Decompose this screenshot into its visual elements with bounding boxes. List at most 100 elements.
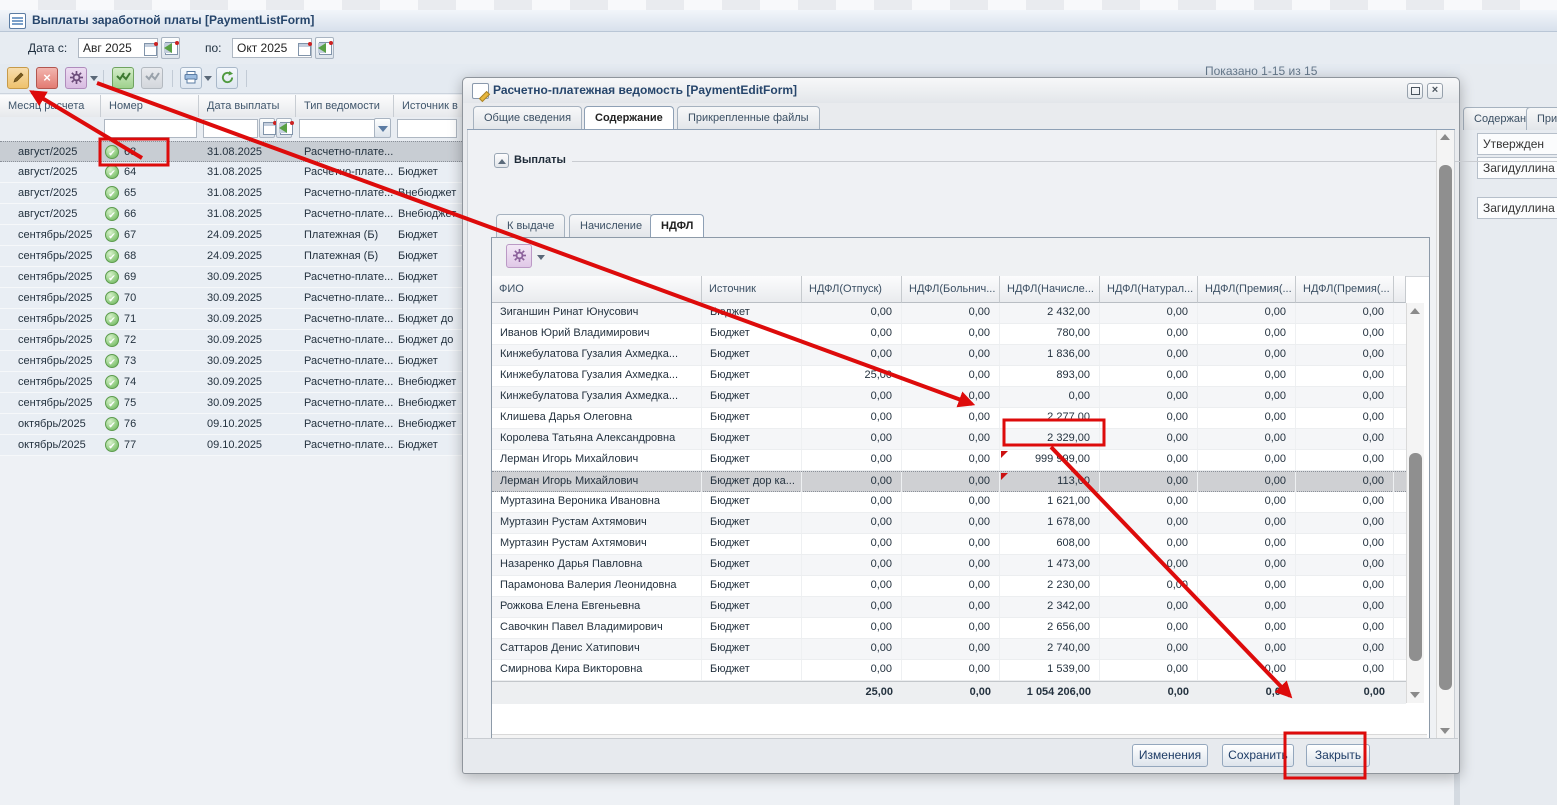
- value-cell: 0,00: [802, 429, 902, 449]
- summary-cell: [492, 682, 702, 702]
- save-button[interactable]: Сохранить: [1222, 744, 1294, 767]
- cell: 09.10.2025: [199, 435, 296, 455]
- gear-caret-icon[interactable]: [537, 255, 545, 260]
- actions-caret-icon[interactable]: [90, 76, 98, 81]
- ndfl-row[interactable]: Муртазин Рустам АхтямовичБюджет0,000,001…: [492, 513, 1406, 534]
- changes-button[interactable]: Изменения: [1132, 744, 1208, 767]
- filter-date-input[interactable]: [203, 119, 258, 138]
- close-dialog-button[interactable]: Закрыть: [1306, 744, 1370, 767]
- east-tab-attachments[interactable]: При: [1526, 107, 1557, 130]
- inner-tab-payout[interactable]: К выдаче: [496, 214, 565, 237]
- inner-tab-accrual[interactable]: Начисление: [569, 214, 653, 237]
- column-header-filler: [1394, 276, 1406, 303]
- dialog-tab-general[interactable]: Общие сведения: [473, 106, 582, 129]
- ndfl-row[interactable]: Зиганшин Ринат ЮнусовичБюджет0,000,002 4…: [492, 303, 1406, 324]
- close-button[interactable]: ×: [1427, 83, 1443, 99]
- date-from-calendar-trigger[interactable]: [141, 38, 158, 58]
- cell: август/2025: [0, 142, 101, 162]
- source-cell: Бюджет: [702, 429, 802, 449]
- ndfl-gear-button[interactable]: [506, 244, 532, 268]
- value-cell: 1 678,00: [1000, 513, 1100, 533]
- column-header[interactable]: Номер: [101, 95, 199, 117]
- filter-date-go-button[interactable]: [276, 118, 292, 138]
- value-cell: 0,00: [1296, 408, 1394, 428]
- delete-button[interactable]: ×: [36, 67, 58, 89]
- status-ok-icon: ✔: [105, 354, 119, 368]
- column-header[interactable]: Источник: [702, 276, 802, 303]
- filter-source-input[interactable]: [397, 119, 457, 138]
- ndfl-row[interactable]: Муртазин Рустам АхтямовичБюджет0,000,006…: [492, 534, 1406, 555]
- ndfl-row[interactable]: Муртазина Вероника ИвановнаБюджет0,000,0…: [492, 492, 1406, 513]
- ndfl-row[interactable]: Кинжебулатова Гузалия Ахмедка...Бюджет0,…: [492, 345, 1406, 366]
- column-header[interactable]: Дата выплаты: [199, 95, 296, 117]
- cell: ✔72: [101, 330, 199, 350]
- filter-date-calendar-trigger[interactable]: [259, 118, 275, 138]
- ndfl-row[interactable]: Королева Татьяна АлександровнаБюджет0,00…: [492, 429, 1406, 450]
- column-header[interactable]: НДФЛ(Премия(...: [1296, 276, 1394, 303]
- ndfl-row[interactable]: Смирнова Кира ВикторовнаБюджет0,000,001 …: [492, 660, 1406, 681]
- column-header[interactable]: НДФЛ(Больнич...: [902, 276, 1000, 303]
- edit-button[interactable]: [7, 67, 29, 89]
- column-header[interactable]: Месяц расчета: [0, 95, 101, 117]
- print-button[interactable]: [180, 67, 202, 89]
- maximize-button[interactable]: [1407, 83, 1423, 99]
- dialog-tab-content[interactable]: Содержание: [584, 106, 674, 129]
- value-cell: 0,00: [902, 555, 1000, 575]
- value-cell: 0,00: [902, 513, 1000, 533]
- ndfl-row[interactable]: Кинжебулатова Гузалия Ахмедка...Бюджет25…: [492, 366, 1406, 387]
- ndfl-row[interactable]: Клишева Дарья ОлеговнаБюджет0,000,002 27…: [492, 408, 1406, 429]
- scroll-down-arrow[interactable]: [1440, 728, 1450, 734]
- filter-type-dropdown-trigger[interactable]: [374, 118, 391, 138]
- date-from-go-button[interactable]: [161, 37, 180, 59]
- scroll-up-arrow[interactable]: [1440, 134, 1450, 140]
- approve-button[interactable]: [112, 67, 134, 89]
- ndfl-row[interactable]: Парамонова Валерия ЛеонидовнаБюджет0,000…: [492, 576, 1406, 597]
- dialog-tab-files[interactable]: Прикрепленные файлы: [677, 106, 820, 129]
- column-header[interactable]: НДФЛ(Премия(...: [1198, 276, 1296, 303]
- ndfl-row[interactable]: Кинжебулатова Гузалия Ахмедка...Бюджет0,…: [492, 387, 1406, 408]
- date-to-go-button[interactable]: [315, 37, 334, 59]
- column-header[interactable]: ФИО: [492, 276, 702, 303]
- cell: ✔69: [101, 267, 199, 287]
- scroll-down-arrow[interactable]: [1410, 692, 1420, 698]
- value-cell: 2 342,00: [1000, 597, 1100, 617]
- date-to-input[interactable]: [232, 38, 296, 58]
- filter-type-combo[interactable]: [299, 119, 375, 138]
- print-caret-icon[interactable]: [204, 76, 212, 81]
- column-header[interactable]: НДФЛ(Отпуск): [802, 276, 902, 303]
- cell: сентябрь/2025: [0, 288, 101, 308]
- form-edit-icon: [472, 83, 489, 99]
- ndfl-row[interactable]: Лерман Игорь МихайловичБюджет дор ка...0…: [492, 471, 1406, 492]
- actions-gear-button[interactable]: [65, 67, 87, 89]
- value-cell: 0,00: [1198, 345, 1296, 365]
- inner-tab-ndfl[interactable]: НДФЛ: [650, 214, 704, 237]
- vscroll-thumb[interactable]: [1409, 453, 1422, 661]
- value-cell: 0,00: [802, 576, 902, 596]
- date-from-input[interactable]: [78, 38, 142, 58]
- ndfl-row[interactable]: Савочкин Павел ВладимировичБюджет0,000,0…: [492, 618, 1406, 639]
- date-to-calendar-trigger[interactable]: [295, 38, 312, 58]
- ndfl-row[interactable]: Лерман Игорь МихайловичБюджет0,000,00999…: [492, 450, 1406, 471]
- status-ok-icon: ✔: [105, 333, 119, 347]
- scroll-up-arrow[interactable]: [1410, 308, 1420, 314]
- filter-number-input[interactable]: [104, 119, 197, 138]
- dialog-titlebar[interactable]: Расчетно-платежная ведомость [PaymentEdi…: [463, 78, 1459, 103]
- value-cell: 0,00: [1296, 534, 1394, 554]
- value-cell: 0,00: [1198, 429, 1296, 449]
- cell: сентябрь/2025: [0, 351, 101, 371]
- column-header[interactable]: Тип ведомости: [296, 95, 394, 117]
- cell: Расчетно-плате...: [296, 330, 394, 350]
- value-cell: 0,00: [1100, 492, 1198, 512]
- cell: ✔76: [101, 414, 199, 434]
- column-header[interactable]: НДФЛ(Начисле...: [1000, 276, 1100, 303]
- ndfl-row[interactable]: Саттаров Денис ХатиповичБюджет0,000,002 …: [492, 639, 1406, 660]
- ndfl-row[interactable]: Рожкова Елена ЕвгеньевнаБюджет0,000,002 …: [492, 597, 1406, 618]
- ndfl-row[interactable]: Иванов Юрий ВладимировичБюджет0,000,0078…: [492, 324, 1406, 345]
- vscroll-thumb[interactable]: [1439, 165, 1452, 690]
- value-cell: 25,00: [802, 366, 902, 386]
- source-cell: Бюджет: [702, 513, 802, 533]
- column-header[interactable]: НДФЛ(Натурал...: [1100, 276, 1198, 303]
- refresh-button[interactable]: [216, 67, 238, 89]
- fieldset-collapse-button[interactable]: [494, 153, 509, 168]
- ndfl-row[interactable]: Назаренко Дарья ПавловнаБюджет0,000,001 …: [492, 555, 1406, 576]
